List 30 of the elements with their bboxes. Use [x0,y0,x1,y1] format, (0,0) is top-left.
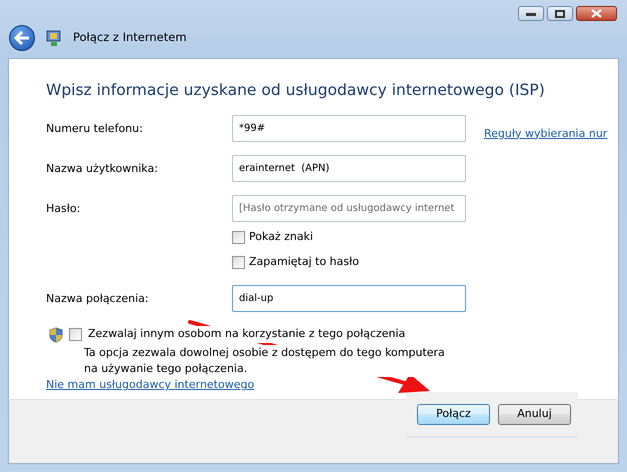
shield-icon [49,326,63,342]
checkbox[interactable] [232,256,245,269]
no-isp-link[interactable]: Nie mam usługodawcy internetowego [46,378,254,392]
input-field[interactable]: erainternet (APN) [232,155,466,182]
checkbox[interactable] [232,230,245,244]
network-icon [45,29,63,47]
window-title: Połącz z Internetem [73,29,187,46]
minimize-icon [526,12,536,16]
back-button[interactable] [9,25,35,51]
close-button[interactable] [576,6,617,21]
input-field[interactable]: dial-up [232,285,466,312]
checkbox-label: Zapamiętaj to hasło [249,254,359,270]
input-field[interactable]: *99# [232,115,466,142]
dialog-button[interactable]: Anuluj [498,404,571,424]
checkbox-label: Zezwalaj innym osobom na korzystanie z tego połączenia [88,326,406,343]
field-label: Nazwa połączenia: [46,290,150,306]
field-label: Hasło: [46,200,82,216]
dialog-button[interactable]: Połącz [417,404,490,424]
back-arrow-icon [14,31,30,45]
maximize-button[interactable] [547,6,573,21]
maximize-icon [555,10,565,18]
field-label: Nazwa użytkownika: [46,160,159,176]
page-heading: Wpisz informacje uzyskane od usługodawcy internetowego (ISP) [46,80,546,101]
field-label: Numeru telefonu: [46,120,144,136]
checkbox[interactable] [69,328,82,341]
close-icon [591,9,602,18]
input-field[interactable]: [Hasło otrzymane od usługodawcy internet [232,195,466,222]
minimize-button[interactable] [518,6,544,21]
checkbox-label: Pokaż znaki [249,229,314,245]
dialing-rules-link[interactable]: Reguły wybierania nur [484,126,608,142]
